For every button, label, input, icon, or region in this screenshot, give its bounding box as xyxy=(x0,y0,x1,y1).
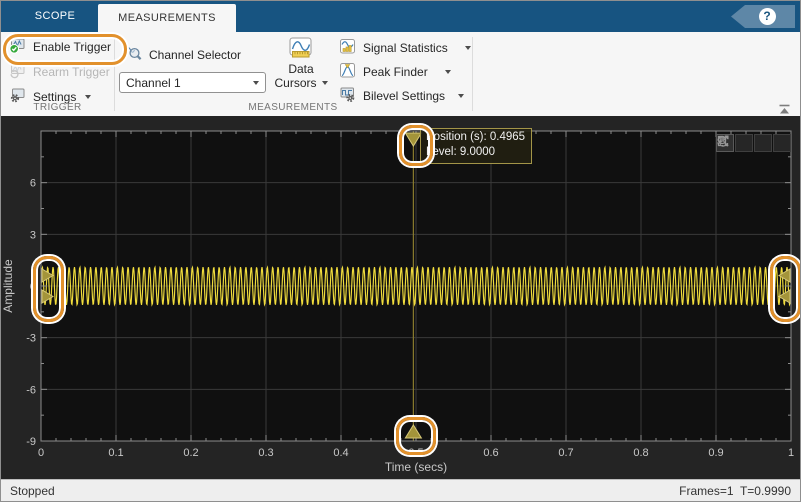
channel-selector-button[interactable]: Channel Selector xyxy=(121,44,245,66)
peak-finder-icon xyxy=(339,62,356,82)
dropdown-caret-icon xyxy=(458,94,464,98)
pan-button[interactable] xyxy=(735,134,753,152)
x-tick-label: 0.8 xyxy=(633,447,648,459)
x-tick-label: 0.4 xyxy=(333,447,348,459)
channel-dropdown-value: Channel 1 xyxy=(126,76,251,90)
peak-finder-button[interactable]: Peak Finder xyxy=(335,61,455,83)
trigger-tooltip: Position (s): 0.4965 Level: 9.0000 xyxy=(420,128,532,164)
status-text: Stopped xyxy=(10,484,55,498)
rearm-trigger-button[interactable]: Rearm Trigger xyxy=(5,61,114,83)
scope-plot: 0 0.1 0.2 0.3 0.4 0.5 0.6 0.7 0.8 0.9 1 6 3 0 -3 -6 -9 Ti… xyxy=(1,116,800,479)
data-cursors-icon xyxy=(269,37,333,59)
plot-corner-toolbar xyxy=(716,134,791,152)
toolstrip: Enable Trigger Rearm Trigger xyxy=(1,32,800,116)
measurements-section-label: MEASUREMENTS xyxy=(114,102,472,113)
rearm-trigger-label: Rearm Trigger xyxy=(33,65,110,79)
x-tick-label: 0.5 xyxy=(408,447,423,459)
signal-statistics-icon xyxy=(339,38,356,58)
frames-time-text: Frames=1 T=0.9990 xyxy=(679,484,791,498)
dropdown-caret-icon xyxy=(445,70,451,74)
data-cursors-label-line1: Data xyxy=(269,62,333,76)
channel-dropdown[interactable]: Channel 1 xyxy=(119,72,266,93)
waveform-display: 0 0.1 0.2 0.3 0.4 0.5 0.6 0.7 0.8 0.9 1 6 3 0 -3 -6 -9 Ti… xyxy=(1,116,800,479)
y-axis-label: Amplitude xyxy=(1,259,15,313)
y-tick-label: -9 xyxy=(26,436,36,448)
help-button[interactable]: ? xyxy=(731,5,795,28)
fit-to-view-icon xyxy=(716,134,730,148)
status-bar: Stopped Frames=1 T=0.9990 xyxy=(1,479,800,502)
enable-trigger-icon xyxy=(9,37,26,57)
trigger-tooltip-position: Position (s): 0.4965 xyxy=(426,130,525,145)
rearm-trigger-icon xyxy=(9,62,26,82)
y-tick-label: -6 xyxy=(26,384,36,396)
x-tick-label: 0.2 xyxy=(183,447,198,459)
collapse-toolstrip-button[interactable] xyxy=(778,102,792,114)
dropdown-caret-icon xyxy=(322,81,328,85)
dropdown-caret-icon xyxy=(253,81,259,85)
x-tick-label: 0.9 xyxy=(708,447,723,459)
y-tick-label: -3 xyxy=(26,333,36,345)
x-tick-label: 1 xyxy=(788,447,794,459)
y-tick-label: 6 xyxy=(30,178,36,190)
trigger-tooltip-level: Level: 9.0000 xyxy=(426,145,525,160)
x-axis-label: Time (secs) xyxy=(385,460,447,474)
zoom-in-button[interactable] xyxy=(754,134,772,152)
dropdown-caret-icon xyxy=(465,46,471,50)
x-tick-label: 0.6 xyxy=(483,447,498,459)
tab-measurements[interactable]: MEASUREMENTS xyxy=(98,4,236,32)
x-tick-label: 0.7 xyxy=(558,447,573,459)
bilevel-settings-label: Bilevel Settings xyxy=(363,89,445,103)
tab-bar: SCOPE MEASUREMENTS ? xyxy=(1,1,800,32)
enable-trigger-label: Enable Trigger xyxy=(33,40,111,54)
help-icon: ? xyxy=(759,8,776,25)
x-tick-label: 0.3 xyxy=(258,447,273,459)
data-cursors-label-line2: Cursors xyxy=(274,76,316,90)
dropdown-caret-icon xyxy=(85,95,91,99)
x-tick-label: 0.1 xyxy=(108,447,123,459)
channel-selector-icon xyxy=(125,45,142,65)
enable-trigger-button[interactable]: Enable Trigger xyxy=(5,36,115,58)
scope-window: SCOPE MEASUREMENTS ? Enable Trigger xyxy=(0,0,801,502)
y-tick-label: 3 xyxy=(30,229,36,241)
signal-statistics-button[interactable]: Signal Statistics xyxy=(335,37,475,59)
data-cursors-button[interactable]: Data Cursors xyxy=(269,37,333,90)
section-divider xyxy=(472,37,473,111)
tab-scope[interactable]: SCOPE xyxy=(19,1,91,32)
peak-finder-label: Peak Finder xyxy=(363,65,428,79)
trigger-section-label: TRIGGER xyxy=(1,102,114,113)
x-tick-label: 0 xyxy=(38,447,44,459)
section-divider xyxy=(114,37,115,111)
fit-to-view-button[interactable] xyxy=(773,134,791,152)
signal-statistics-label: Signal Statistics xyxy=(363,41,448,55)
channel-selector-label: Channel Selector xyxy=(149,48,241,62)
y-tick-label: 0 xyxy=(30,281,36,293)
